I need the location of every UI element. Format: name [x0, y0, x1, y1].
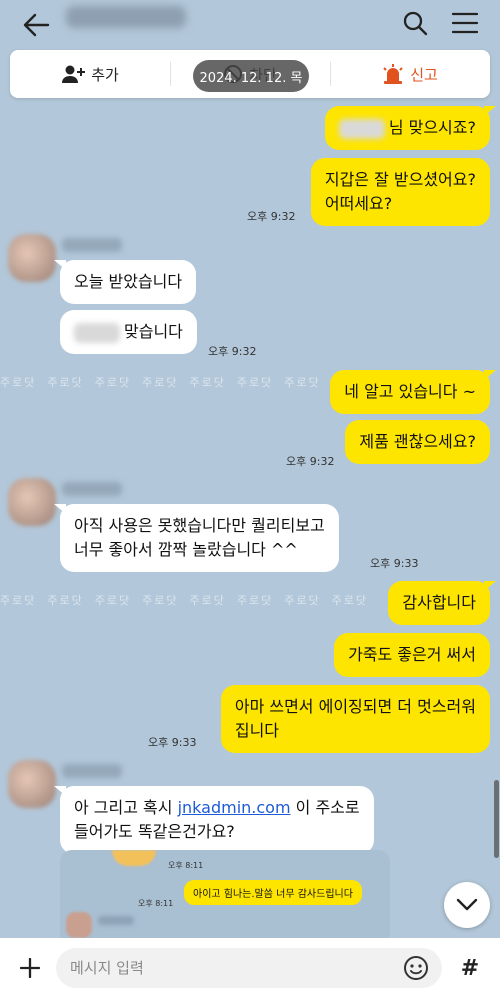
emoji-icon[interactable]	[402, 954, 430, 982]
chat-header	[0, 0, 500, 50]
my-message-bubble: 네 알고 있습니다 ~	[330, 370, 496, 414]
message-input[interactable]	[56, 948, 442, 988]
sticker-image	[112, 850, 156, 866]
url-link[interactable]: jnkadmin.com	[178, 798, 291, 817]
other-message-bubble: 맞습니다	[60, 310, 197, 354]
add-person-icon	[61, 64, 86, 84]
my-message-bubble: 아마 쓰면서 에이징되면 더 멋스러워 집니다	[220, 685, 490, 753]
date-divider: 2024. 12. 12. 목	[193, 60, 309, 92]
search-icon[interactable]	[398, 6, 432, 40]
report-label: 신고	[410, 65, 438, 84]
chevron-down-icon	[456, 898, 478, 911]
my-message-bubble: 지갑은 잘 받으셨어요? 어떠세요?	[310, 158, 490, 226]
avatar[interactable]	[8, 478, 56, 526]
my-message-bubble: 님 맞으시죠?	[324, 106, 497, 150]
message-time: 오후 9:33	[370, 557, 419, 570]
blurred-name	[338, 118, 385, 139]
blurred-name	[74, 322, 120, 343]
plus-icon[interactable]	[12, 950, 48, 986]
siren-icon	[382, 64, 404, 84]
hamburger-icon[interactable]	[448, 6, 482, 40]
my-message-bubble: 가죽도 좋은거 써서	[334, 633, 490, 677]
my-message-bubble: 제품 괜찮으세요?	[345, 420, 490, 464]
scroll-to-bottom-button[interactable]	[444, 882, 490, 928]
embedded-message-bubble: 아이고 힘나는.말씀 너무 감사드립니다	[184, 880, 362, 905]
report-button[interactable]: 신고	[330, 50, 490, 98]
add-friend-button[interactable]: 추가	[10, 50, 170, 98]
arrow-left-icon[interactable]	[18, 8, 54, 42]
message-time: 오후 9:32	[208, 345, 257, 358]
add-friend-label: 추가	[91, 65, 119, 84]
chat-title-blurred	[66, 6, 186, 28]
embedded-time: 오후 8:11	[138, 899, 174, 908]
sender-name-blurred	[62, 238, 122, 252]
other-message-bubble: 오늘 받았습니다	[53, 260, 197, 304]
embedded-avatar	[66, 912, 92, 938]
message-time: 오후 9:32	[247, 210, 296, 223]
hashtag-button[interactable]: #	[452, 950, 488, 986]
embedded-time: 오후 8:11	[168, 861, 204, 870]
message-time: 오후 9:32	[286, 455, 335, 468]
sender-name-blurred	[62, 482, 122, 496]
avatar[interactable]	[8, 234, 56, 282]
other-message-bubble: 아직 사용은 못했습니다만 퀄리티보고 너무 좋아서 깜짝 놀랐습니다 ^^	[54, 504, 339, 572]
scrollbar-thumb[interactable]	[494, 780, 499, 858]
other-message-bubble: 아 그리고 혹시 jnkadmin.com 이 주소로 들어가도 똑같은건가요?	[54, 786, 374, 854]
shared-image-thumbnail[interactable]: 오후 8:11 아이고 힘나는.말씀 너무 감사드립니다 오후 8:11	[60, 850, 390, 945]
embedded-sender-blurred	[98, 916, 134, 925]
avatar[interactable]	[8, 760, 56, 808]
message-input-bar: #	[0, 938, 500, 1000]
my-message-bubble: 감사합니다	[388, 581, 496, 625]
sender-name-blurred	[62, 764, 122, 778]
message-time: 오후 9:33	[148, 736, 197, 749]
